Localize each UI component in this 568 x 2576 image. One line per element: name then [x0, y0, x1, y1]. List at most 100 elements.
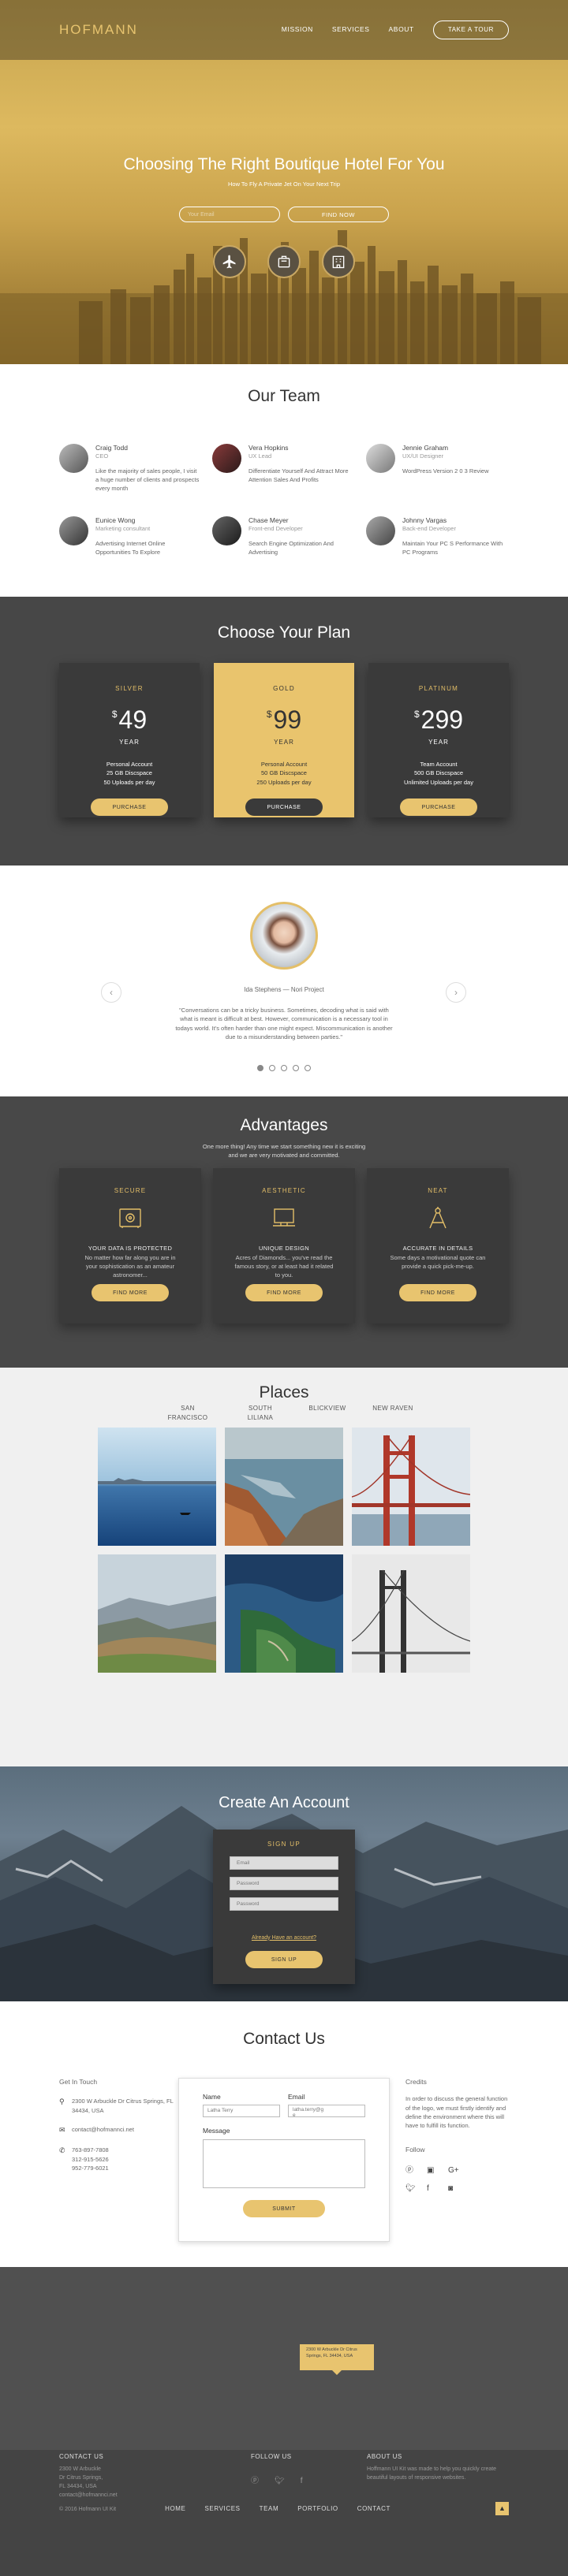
luggage-icon[interactable]	[267, 245, 301, 278]
pinterest-icon[interactable]: ⓟ	[251, 2476, 259, 2487]
pricing-title: Choose Your Plan	[217, 624, 351, 642]
take-a-tour-button[interactable]: TAKE A TOUR	[432, 20, 509, 40]
carousel-dot[interactable]	[281, 1065, 287, 1071]
submit-button[interactable]: SUBMIT	[243, 2199, 325, 2217]
name-input[interactable]: Latha Terry	[203, 2105, 280, 2118]
find-more-button[interactable]: FIND MORE	[245, 1284, 323, 1301]
member-text: Search Engine Optimization And Advertisi…	[248, 539, 334, 556]
advantage-title: SECURE	[114, 1187, 147, 1194]
twitter-icon[interactable]: 🐦︎	[405, 2183, 420, 2194]
carousel-dot[interactable]	[305, 1065, 311, 1071]
hero-section: HOFMANN MISSION SERVICES ABOUT TAKE A TO…	[0, 0, 568, 364]
credits-title: Credits	[405, 2078, 427, 2086]
plan-price: $49	[111, 705, 148, 734]
filter-san-francisco[interactable]: SAN FRANCISCO	[164, 1404, 211, 1423]
map-location-pin[interactable]: 2300 W Arbuckle Dr Citrus Springs, FL 34…	[300, 2344, 374, 2375]
plan-price: $99	[266, 705, 302, 734]
filter-new-raven[interactable]: NEW RAVEN	[365, 1404, 420, 1413]
facebook-icon[interactable]: f	[301, 2476, 303, 2487]
place-photo-coast[interactable]	[225, 1428, 343, 1546]
compass-icon	[429, 1206, 447, 1229]
footer-about-text: Hoffmann UI Kit was made to help you qui…	[367, 2466, 497, 2481]
twitter-icon[interactable]: 🐦︎	[275, 2476, 285, 2487]
purchase-button[interactable]: PURCHASE	[245, 798, 323, 816]
city-skyline-image	[0, 230, 568, 364]
nav-link-about[interactable]: ABOUT	[389, 25, 414, 34]
filter-south-liliana[interactable]: SOUTH LILIANA	[237, 1404, 284, 1423]
hero-form: Your Email FIND NOW	[0, 207, 568, 222]
advantages-title: Advantages	[240, 1116, 328, 1134]
plan-period: YEAR	[119, 738, 140, 746]
email-input[interactable]: Your Email	[179, 207, 280, 222]
plan-name: SILVER	[115, 685, 144, 692]
purchase-button[interactable]: PURCHASE	[91, 798, 168, 816]
footer-link-portfolio[interactable]: PORTFOLIO	[297, 2505, 338, 2514]
find-more-button[interactable]: FIND MORE	[399, 1284, 476, 1301]
member-text: Like the majority of sales people, I vis…	[95, 467, 200, 493]
facebook-icon[interactable]: f	[427, 2183, 441, 2194]
instagram-icon[interactable]: ◙	[448, 2183, 462, 2194]
avatar	[212, 516, 241, 545]
safe-icon	[119, 1208, 141, 1228]
find-more-button[interactable]: FIND MORE	[92, 1284, 169, 1301]
plan-card-gold: GOLD $99 YEAR Personal Account 50 GB Disc…	[214, 663, 354, 817]
credits-block: Credits In order to discuss the general …	[405, 2078, 508, 2194]
carousel-dot[interactable]	[293, 1065, 299, 1071]
scroll-up-icon[interactable]: ▲	[495, 2502, 509, 2515]
team-member: Craig Todd CEO Like the majority of sales …	[59, 444, 201, 493]
plan-card-platinum: PLATINUM $299 YEAR Team Account 500 GB Di…	[368, 663, 509, 817]
team-section: Our Team Craig Todd CEO Like the majority …	[0, 364, 568, 597]
hero-subtitle: How To Fly A Private Jet On Your Next Tr…	[227, 181, 340, 188]
email-field[interactable]: Email	[230, 1856, 338, 1870]
footer-link-contact[interactable]: CONTACT	[357, 2505, 390, 2514]
have-account-link[interactable]: Already Have an account?	[213, 1934, 355, 1941]
member-name: Johnny Vargas	[402, 516, 447, 524]
find-now-button[interactable]: FIND NOW	[288, 207, 389, 222]
place-photo-bridge[interactable]	[352, 1428, 470, 1546]
advantage-text: Some days a motivational quote can provi…	[390, 1253, 486, 1270]
googleplus-icon[interactable]: G+	[448, 2165, 462, 2176]
team-member: Jennie Graham UX/UI Designer WordPress Ver…	[366, 444, 508, 475]
footer-link-services[interactable]: SERVICES	[204, 2505, 240, 2514]
logo[interactable]: HOFMANN	[59, 21, 263, 39]
footer-contact-title: CONTACT US	[59, 2453, 104, 2460]
signup-title: SIGN UP	[267, 1841, 301, 1848]
place-photo-bridge-bw[interactable]	[352, 1554, 470, 1673]
place-photo-hills[interactable]	[98, 1554, 216, 1673]
email-input[interactable]: latha.terry@g e	[288, 2105, 365, 2118]
email-text[interactable]: contact@hofmannci.net	[72, 2125, 134, 2136]
linkedin-icon[interactable]: ▣	[427, 2165, 441, 2176]
advantage-subtitle: YOUR DATA IS PROTECTED	[88, 1244, 173, 1252]
footer-link-team[interactable]: TEAM	[260, 2505, 279, 2514]
nav-link-mission[interactable]: MISSION	[282, 25, 313, 34]
advantage-title: NEAT	[428, 1187, 448, 1194]
carousel-dot[interactable]	[269, 1065, 275, 1071]
filter-blickview[interactable]: BLICKVIEW	[304, 1404, 351, 1413]
avatar	[59, 516, 88, 545]
confirm-password-field[interactable]: Password	[230, 1897, 338, 1911]
place-photo-aerial[interactable]	[225, 1554, 343, 1673]
advantage-card-neat: NEAT ACCURATE IN DETAILS Some days a mot…	[367, 1168, 509, 1323]
plan-card-silver: SILVER $49 YEAR Personal Account 25 GB Di…	[59, 663, 200, 817]
member-text: Differentiate Yourself And Attract More …	[248, 467, 349, 483]
contact-title: Contact Us	[243, 2030, 325, 2048]
avatar	[366, 516, 395, 545]
building-icon[interactable]	[322, 245, 355, 278]
footer-link-home[interactable]: HOME	[165, 2505, 185, 2514]
create-account-section: Create An Account SIGN UP Email Password…	[0, 1766, 568, 2001]
team-member: Chase Meyer Front-end Developer Search Eng…	[212, 516, 354, 557]
signup-button[interactable]: SIGN UP	[245, 1951, 323, 1969]
pinterest-icon[interactable]: ⓟ	[405, 2165, 420, 2176]
member-name: Chase Meyer	[248, 516, 289, 524]
follow-title: Follow	[405, 2146, 425, 2154]
advantage-text: No matter how far along you are in your …	[84, 1253, 176, 1279]
carousel-dot[interactable]	[257, 1065, 263, 1071]
places-title: Places	[259, 1383, 309, 1402]
airplane-icon[interactable]	[213, 245, 246, 278]
password-field[interactable]: Password	[230, 1876, 338, 1890]
message-textarea[interactable]	[203, 2139, 365, 2188]
purchase-button[interactable]: PURCHASE	[400, 798, 477, 816]
place-photo-bay[interactable]	[98, 1428, 216, 1546]
map-section[interactable]: 2300 W Arbuckle Dr Citrus Springs, FL 34…	[0, 2267, 568, 2450]
nav-link-services[interactable]: SERVICES	[332, 25, 370, 34]
